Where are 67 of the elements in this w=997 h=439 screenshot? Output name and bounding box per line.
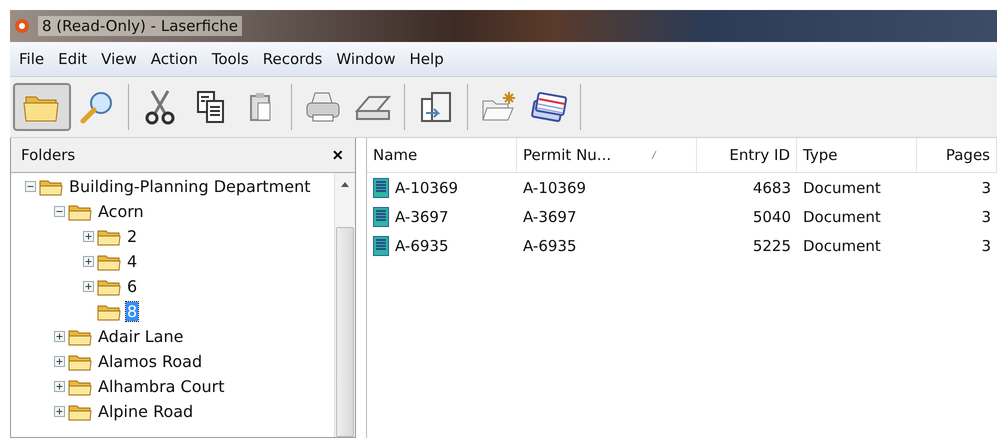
folder-icon	[68, 328, 92, 346]
entry-name[interactable]: A-10369	[395, 178, 458, 196]
window-title: 8 (Read-Only) - Laserfiche	[38, 16, 242, 36]
folder-icon	[68, 402, 92, 420]
tree-item[interactable]: 2	[126, 227, 138, 246]
tree-item[interactable]: Alhambra Court	[97, 377, 226, 396]
menu-item[interactable]: Help	[402, 50, 451, 68]
table-cell: 5040	[752, 208, 791, 226]
menu-item[interactable]: View	[94, 50, 144, 68]
folder-icon	[97, 252, 121, 270]
table-cell: Document	[803, 208, 881, 226]
document-icon	[373, 178, 389, 198]
panel-title: Folders	[21, 146, 76, 164]
expand-toggle[interactable]	[54, 381, 65, 392]
document-icon	[373, 206, 389, 226]
column-header[interactable]: Name	[367, 138, 517, 172]
table-cell: 3	[981, 208, 991, 226]
menu-item[interactable]: Edit	[51, 50, 94, 68]
entry-name[interactable]: A-3697	[395, 208, 449, 226]
tree-item[interactable]: Building-Planning Department	[68, 177, 312, 196]
tree-item[interactable]: Alpine Road	[97, 402, 194, 421]
expand-toggle[interactable]	[54, 356, 65, 367]
expand-toggle[interactable]	[83, 281, 94, 292]
table-cell: 3	[981, 236, 991, 254]
column-header[interactable]: Type	[797, 138, 917, 172]
menu-item[interactable]: File	[12, 50, 52, 68]
folder-icon	[68, 202, 92, 220]
table-cell: A-6935	[523, 236, 577, 254]
folder-icon	[39, 178, 63, 196]
folders-button[interactable]	[13, 83, 71, 131]
folder-icon	[97, 302, 121, 320]
folder-icon	[97, 278, 121, 296]
table-cell: A-10369	[523, 178, 586, 196]
column-header[interactable]: Entry ID	[697, 138, 797, 172]
entry-name[interactable]: A-6935	[395, 236, 449, 254]
table-cell: Document	[803, 236, 881, 254]
table-cell: Document	[803, 178, 881, 196]
cards-icon	[529, 89, 569, 125]
expand-toggle[interactable]	[54, 206, 65, 217]
column-header[interactable]: Pages	[917, 138, 997, 172]
folder-icon	[68, 352, 92, 370]
expand-toggle[interactable]	[83, 231, 94, 242]
menu-item[interactable]: Records	[256, 50, 330, 68]
tree-item[interactable]: 6	[126, 277, 138, 296]
expand-toggle[interactable]	[25, 181, 36, 192]
tree-item[interactable]: Acorn	[97, 202, 145, 221]
table-cell: 4683	[752, 178, 791, 196]
expand-toggle[interactable]	[83, 256, 94, 267]
app-logo-icon	[14, 18, 30, 34]
close-button[interactable]: ×	[330, 144, 345, 166]
tree-item[interactable]: Adair Lane	[97, 327, 184, 346]
table-cell: 3	[981, 178, 991, 196]
menu-item[interactable]: Action	[144, 50, 205, 68]
table-cell: A-3697	[523, 208, 577, 226]
expand-toggle[interactable]	[54, 331, 65, 342]
scrollbar[interactable]	[334, 173, 355, 437]
scroll-up-icon[interactable]	[341, 182, 349, 187]
folder-icon	[97, 228, 121, 246]
tree-item[interactable]: 4	[126, 252, 138, 271]
expand-toggle[interactable]	[54, 406, 65, 417]
menu-item[interactable]: Tools	[204, 50, 256, 68]
document-icon	[373, 236, 389, 256]
tree-item[interactable]: Alamos Road	[97, 352, 204, 371]
folder-icon	[68, 378, 92, 396]
column-header[interactable]: Permit Nu...	[517, 138, 697, 172]
menu-item[interactable]: Window	[329, 50, 403, 68]
table-cell: 5225	[752, 236, 791, 254]
